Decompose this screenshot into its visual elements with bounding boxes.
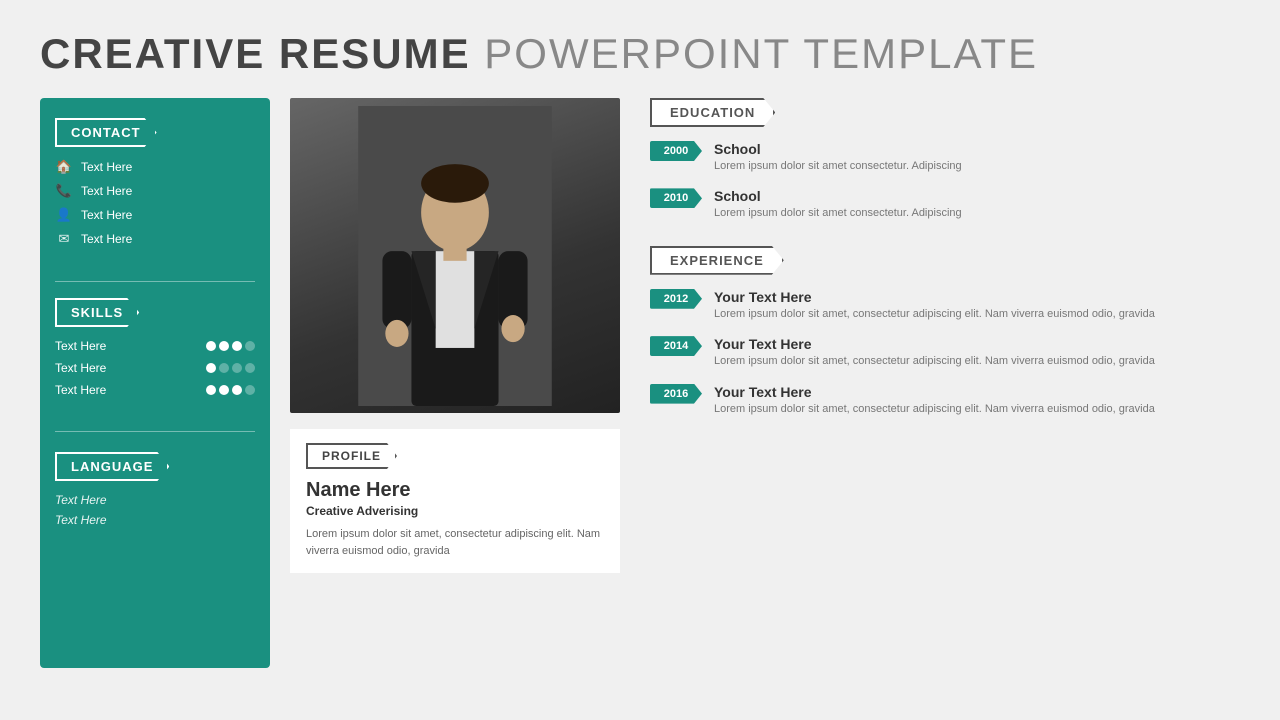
person-silhouette (355, 106, 555, 406)
dot (219, 341, 229, 351)
skill-3-label: Text Here (55, 383, 206, 397)
education-1-text: Lorem ipsum dolor sit amet consectetur. … (714, 159, 1240, 174)
year-2014-badge: 2014 (650, 336, 702, 356)
sidebar: CONTACT 🏠 Text Here 📞 Text Here 👤 Text H… (40, 98, 270, 668)
profile-photo (290, 98, 620, 413)
skill-1-dots (206, 341, 255, 351)
center-column: PROFILE Name Here Creative Adverising Lo… (290, 98, 620, 668)
dot (245, 341, 255, 351)
skill-3-dots (206, 385, 255, 395)
page: CREATIVE RESUME POWERPOINT TEMPLATE CONT… (0, 0, 1280, 720)
experience-item-2: 2014 Your Text Here Lorem ipsum dolor si… (650, 336, 1240, 369)
experience-2-title: Your Text Here (714, 336, 1240, 352)
dot (232, 385, 242, 395)
skill-item-2: Text Here (55, 361, 255, 375)
contact-item-address: 🏠 Text Here (55, 159, 255, 175)
dot (232, 341, 242, 351)
contact-item-user: 👤 Text Here (55, 207, 255, 223)
skill-1-label: Text Here (55, 339, 206, 353)
profile-section-label: PROFILE (306, 443, 397, 469)
contact-label: CONTACT (55, 118, 157, 147)
year-2000-badge: 2000 (650, 141, 702, 161)
divider-2 (55, 431, 255, 432)
contact-user-text: Text Here (81, 208, 132, 222)
education-1-title: School (714, 141, 1240, 157)
skill-2-dots (206, 363, 255, 373)
skill-2-label: Text Here (55, 361, 206, 375)
education-2-title: School (714, 188, 1240, 204)
language-section: LANGUAGE Text Here Text Here (55, 452, 255, 533)
dot (206, 385, 216, 395)
experience-2-text: Lorem ipsum dolor sit amet, consectetur … (714, 354, 1240, 369)
contact-phone-text: Text Here (81, 184, 132, 198)
dot (206, 341, 216, 351)
year-2016-badge: 2016 (650, 384, 702, 404)
photo-placeholder (290, 98, 620, 413)
year-2012-badge: 2012 (650, 289, 702, 309)
dot (219, 363, 229, 373)
language-label: LANGUAGE (55, 452, 169, 481)
contact-address-text: Text Here (81, 160, 132, 174)
contact-item-email: ✉ Text Here (55, 231, 255, 247)
contact-section: CONTACT 🏠 Text Here 📞 Text Here 👤 Text H… (55, 118, 255, 255)
main-content: CONTACT 🏠 Text Here 📞 Text Here 👤 Text H… (40, 98, 1240, 668)
experience-1-text: Lorem ipsum dolor sit amet, consectetur … (714, 307, 1240, 322)
education-1-content: School Lorem ipsum dolor sit amet consec… (714, 141, 1240, 174)
contact-item-phone: 📞 Text Here (55, 183, 255, 199)
skills-section: SKILLS Text Here Text Here (55, 298, 255, 405)
page-title: CREATIVE RESUME POWERPOINT TEMPLATE (40, 30, 1240, 78)
year-2010-badge: 2010 (650, 188, 702, 208)
experience-1-content: Your Text Here Lorem ipsum dolor sit ame… (714, 289, 1240, 322)
dot (245, 363, 255, 373)
experience-item-1: 2012 Your Text Here Lorem ipsum dolor si… (650, 289, 1240, 322)
skills-label: SKILLS (55, 298, 139, 327)
skill-item-1: Text Here (55, 339, 255, 353)
language-item-1: Text Here (55, 493, 255, 507)
email-icon: ✉ (55, 231, 73, 247)
dot (232, 363, 242, 373)
language-item-2: Text Here (55, 513, 255, 527)
education-header: EDUCATION (650, 98, 775, 127)
experience-header: EXPERIENCE (650, 246, 784, 275)
profile-bio: Lorem ipsum dolor sit amet, consectetur … (306, 526, 604, 559)
experience-item-3: 2016 Your Text Here Lorem ipsum dolor si… (650, 384, 1240, 417)
profile-name: Name Here (306, 479, 604, 502)
education-2-text: Lorem ipsum dolor sit amet consectetur. … (714, 206, 1240, 221)
experience-1-title: Your Text Here (714, 289, 1240, 305)
phone-icon: 📞 (55, 183, 73, 199)
experience-3-text: Lorem ipsum dolor sit amet, consectetur … (714, 402, 1240, 417)
profile-section: PROFILE Name Here Creative Adverising Lo… (290, 429, 620, 573)
profile-job-title: Creative Adverising (306, 504, 604, 518)
home-icon: 🏠 (55, 159, 73, 175)
experience-2-content: Your Text Here Lorem ipsum dolor sit ame… (714, 336, 1240, 369)
experience-3-content: Your Text Here Lorem ipsum dolor sit ame… (714, 384, 1240, 417)
dot (219, 385, 229, 395)
dot (245, 385, 255, 395)
right-column: EDUCATION 2000 School Lorem ipsum dolor … (640, 98, 1240, 668)
title-light: POWERPOINT TEMPLATE (471, 30, 1038, 77)
education-section: EDUCATION 2000 School Lorem ipsum dolor … (650, 98, 1240, 236)
experience-3-title: Your Text Here (714, 384, 1240, 400)
experience-section: EXPERIENCE 2012 Your Text Here Lorem ips… (650, 246, 1240, 431)
dot (206, 363, 216, 373)
education-item-2: 2010 School Lorem ipsum dolor sit amet c… (650, 188, 1240, 221)
contact-email-text: Text Here (81, 232, 132, 246)
header: CREATIVE RESUME POWERPOINT TEMPLATE (40, 30, 1240, 78)
user-icon: 👤 (55, 207, 73, 223)
skill-item-3: Text Here (55, 383, 255, 397)
education-item-1: 2000 School Lorem ipsum dolor sit amet c… (650, 141, 1240, 174)
education-2-content: School Lorem ipsum dolor sit amet consec… (714, 188, 1240, 221)
title-bold: CREATIVE RESUME (40, 30, 471, 77)
divider-1 (55, 281, 255, 282)
